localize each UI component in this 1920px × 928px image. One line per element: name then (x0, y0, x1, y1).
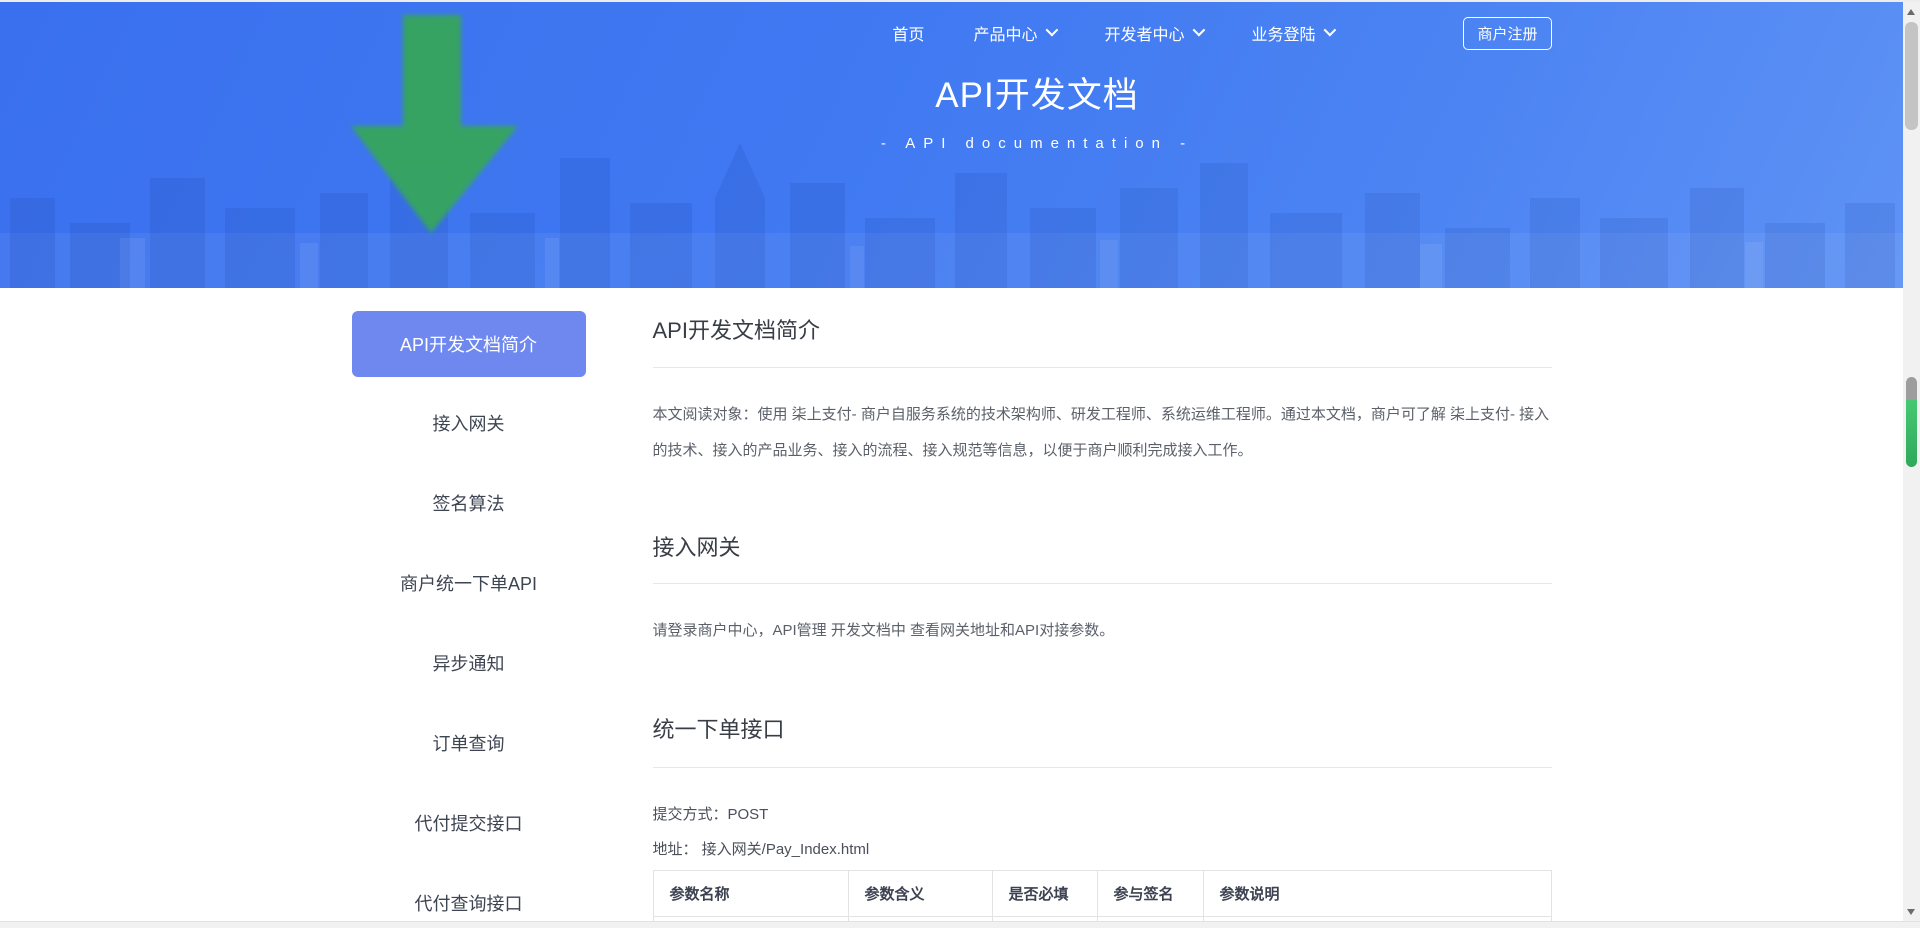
scroll-indicator-green-bar (1906, 400, 1917, 467)
section-gateway-paragraph: 请登录商户中心，API管理 开发文档中 查看网关地址和API对接参数。 (653, 613, 1552, 649)
chevron-down-icon (1046, 23, 1059, 36)
sidebar-item-payout-submit[interactable]: 代付提交接口 (352, 783, 586, 863)
nav-item-label: 首页 (892, 21, 924, 45)
sidebar-item-api-doc-intro[interactable]: API开发文档简介 (352, 311, 586, 377)
sidebar-item-label: API开发文档简介 (400, 331, 537, 357)
merchant-register-button[interactable]: 商户注册 (1463, 17, 1551, 50)
sidebar-item-order-query[interactable]: 订单查询 (352, 703, 586, 783)
chevron-down-icon (1324, 23, 1337, 36)
hero-banner: 首页 产品中心 开发者中心 业务登陆 商户注册 API开发文档 - API do… (0, 0, 1903, 288)
green-down-arrow-graphic (351, 15, 527, 241)
column-header-param-meaning: 参数含义 (848, 871, 992, 917)
column-header-param-name: 参数名称 (653, 871, 848, 917)
city-skyline-image (0, 138, 1903, 288)
window-top-edge (0, 0, 1920, 2)
scroll-indicator-cap (1906, 377, 1917, 400)
sidebar-item-payout-query[interactable]: 代付查询接口 (352, 863, 586, 928)
sidebar-item-signature-algorithm[interactable]: 签名算法 (352, 463, 586, 543)
column-header-in-signature: 参与签名 (1097, 871, 1203, 917)
doc-main: API开发文档简介 本文阅读对象：使用 柒上支付- 商户自服务系统的技术架构师、… (653, 288, 1552, 928)
scrollbar-thumb[interactable] (1905, 22, 1918, 130)
scrollbar-up-arrow[interactable] (1907, 9, 1915, 15)
section-heading-gateway: 接入网关 (653, 535, 1552, 584)
chevron-down-icon (1193, 23, 1206, 36)
sidebar-item-async-notify[interactable]: 异步通知 (352, 623, 586, 703)
sidebar-item-label: 商户统一下单API (400, 570, 537, 596)
sidebar-item-label: 异步通知 (433, 650, 505, 676)
nav-item-label: 产品中心 (973, 21, 1037, 45)
section-heading-intro: API开发文档简介 (653, 318, 1552, 368)
sidebar-item-label: 订单查询 (433, 730, 505, 756)
submit-method-text: 提交方式：POST (653, 804, 1552, 826)
gateway-address-text: 地址： 接入网关/Pay_Index.html (653, 839, 1552, 861)
nav-item-products[interactable]: 产品中心 (973, 21, 1055, 45)
sidebar-item-label: 签名算法 (433, 490, 505, 516)
sidebar-item-gateway[interactable]: 接入网关 (352, 383, 586, 463)
sidebar-item-label: 代付提交接口 (415, 810, 523, 836)
nav-item-business-login[interactable]: 业务登陆 (1251, 21, 1333, 45)
nav-item-label: 业务登陆 (1251, 21, 1315, 45)
section-heading-unified-order: 统一下单接口 (653, 717, 1552, 768)
vertical-scrollbar[interactable] (1903, 2, 1920, 921)
browser-viewport: 首页 产品中心 开发者中心 业务登陆 商户注册 API开发文档 - API do… (0, 0, 1903, 928)
sidebar-item-label: 代付查询接口 (415, 890, 523, 916)
section-intro-paragraph: 本文阅读对象：使用 柒上支付- 商户自服务系统的技术架构师、研发工程师、系统运维… (653, 397, 1552, 469)
horizontal-scrollbar[interactable] (0, 921, 1920, 928)
sidebar-item-label: 接入网关 (433, 410, 505, 436)
nav-item-label: 开发者中心 (1104, 21, 1184, 45)
page-title: API开发文档 (687, 67, 1387, 118)
scrollbar-down-arrow[interactable] (1907, 909, 1915, 915)
parameters-table: 参数名称 参数含义 是否必填 参与签名 参数说明 (653, 870, 1552, 928)
sidebar-item-unified-order-api[interactable]: 商户统一下单API (352, 543, 586, 623)
nav-item-home[interactable]: 首页 (892, 21, 924, 45)
column-header-required: 是否必填 (992, 871, 1097, 917)
nav-item-developer-center[interactable]: 开发者中心 (1104, 21, 1202, 45)
scroll-position-indicator (1906, 377, 1917, 467)
doc-sidebar: API开发文档简介 接入网关 签名算法 商户统一下单API 异步通知 订单查询 … (352, 288, 588, 928)
page-subtitle: - API documentation - (687, 135, 1387, 152)
column-header-param-description: 参数说明 (1203, 871, 1551, 917)
top-navigation: 首页 产品中心 开发者中心 业务登陆 商户注册 (352, 0, 1552, 66)
content-area: API开发文档简介 接入网关 签名算法 商户统一下单API 异步通知 订单查询 … (352, 288, 1552, 928)
table-header-row: 参数名称 参数含义 是否必填 参与签名 参数说明 (653, 871, 1551, 917)
